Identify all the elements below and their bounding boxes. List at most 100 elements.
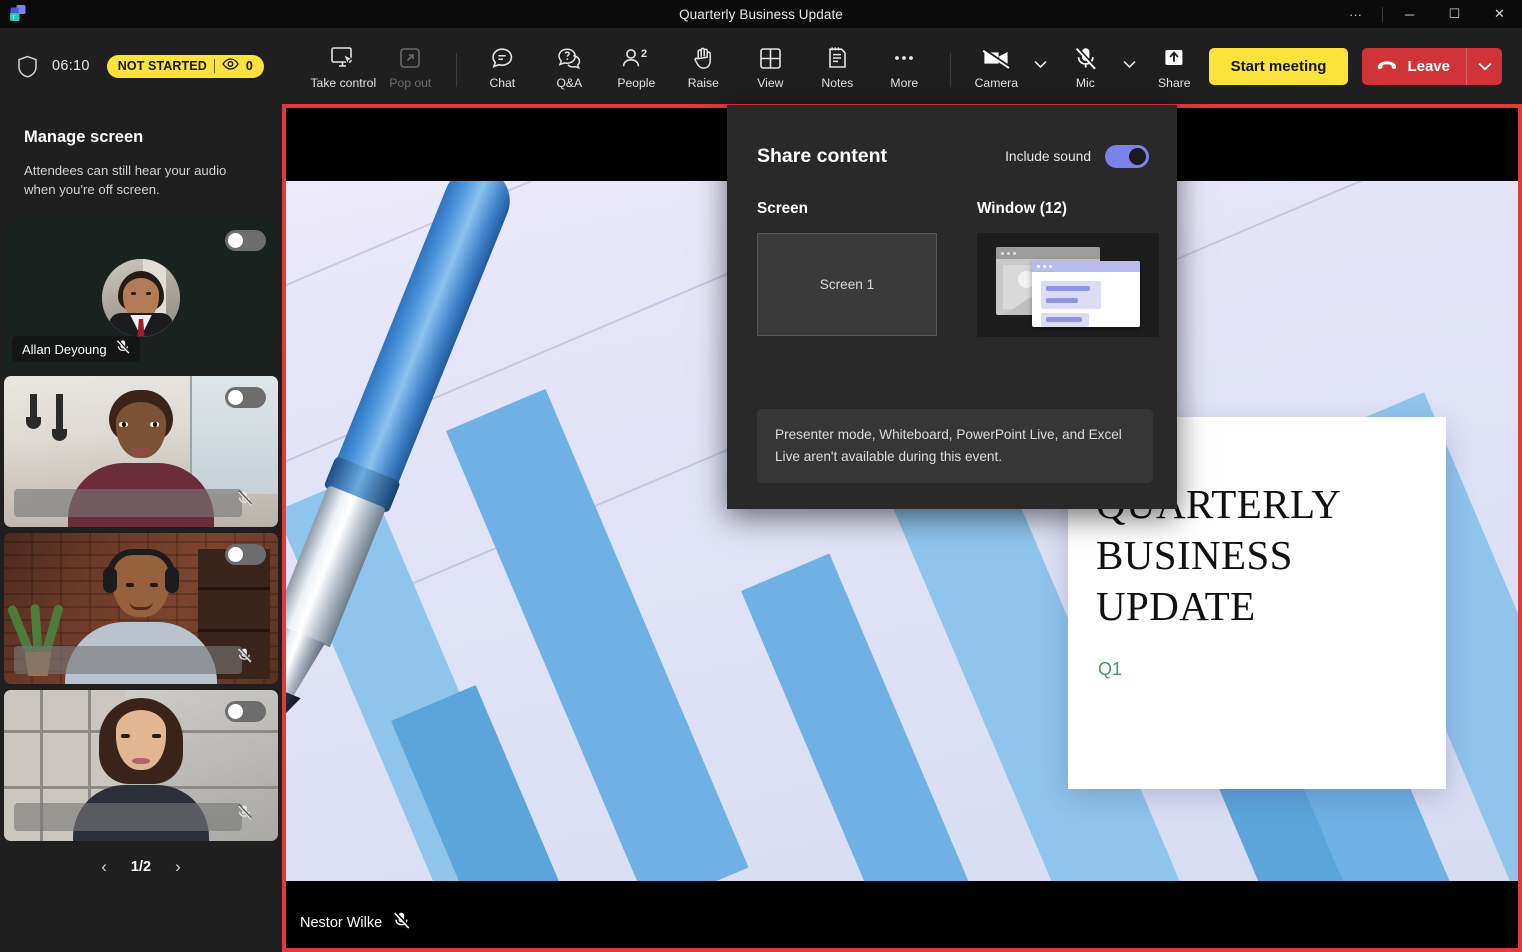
screen-1-label: Screen 1 xyxy=(819,277,875,292)
participant-tile[interactable]: Allan Deyoung xyxy=(4,219,278,370)
raise-hand-icon xyxy=(692,44,714,72)
on-screen-toggle[interactable] xyxy=(225,701,266,722)
leave-button[interactable]: Leave xyxy=(1362,47,1466,85)
mic-control-group: Mic xyxy=(1052,39,1141,93)
share-restriction-text: Presenter mode, Whiteboard, PowerPoint L… xyxy=(775,427,1122,464)
share-content-flyout: Share content Include sound Screen Scree… xyxy=(727,105,1177,509)
mic-off-icon xyxy=(1074,44,1097,72)
leave-options-chevron-down-icon[interactable] xyxy=(1466,47,1502,85)
screen-cursor-icon xyxy=(330,44,356,72)
toolbar-label: Q&A xyxy=(556,76,583,90)
maximize-button[interactable]: ☐ xyxy=(1432,0,1477,28)
minimize-button[interactable]: ─ xyxy=(1387,0,1432,28)
svg-text:2: 2 xyxy=(641,48,647,60)
toolbar-label: Take control xyxy=(310,76,377,90)
toolbar-label: View xyxy=(757,76,784,90)
toolbar-label: Camera xyxy=(974,76,1018,90)
participant-name-bar xyxy=(14,489,242,517)
screen-1-option[interactable]: Screen 1 xyxy=(757,233,937,336)
toolbar-label: Pop out xyxy=(389,76,432,90)
on-screen-toggle[interactable] xyxy=(225,387,266,408)
viewer-count: 0 xyxy=(245,59,253,73)
toolbar-label: More xyxy=(890,76,919,90)
qa-button[interactable]: Q&A xyxy=(536,39,603,93)
slide-subtitle: Q1 xyxy=(1098,659,1123,679)
prev-page-button[interactable]: ‹ xyxy=(96,855,112,879)
start-meeting-button[interactable]: Start meeting xyxy=(1208,47,1349,85)
avatar xyxy=(102,258,180,337)
pop-out-icon xyxy=(399,44,421,72)
page-title: Manage screen xyxy=(24,128,144,146)
next-page-button[interactable]: › xyxy=(170,855,186,879)
share-arrow-up-icon xyxy=(1162,44,1186,72)
shield-icon xyxy=(17,55,38,78)
window-column: Window (12) xyxy=(977,200,1159,337)
eye-icon xyxy=(222,57,239,75)
more-button[interactable]: More xyxy=(871,39,938,93)
more-ellipsis-icon xyxy=(892,44,916,72)
meeting-timer: 06:10 xyxy=(52,58,90,74)
qa-icon xyxy=(557,44,582,72)
sidebar-subtitle: Attendees can still hear your audio when… xyxy=(24,163,227,197)
participant-name-bar: Allan Deyoung xyxy=(12,336,140,362)
share-button[interactable]: Share xyxy=(1141,39,1208,93)
participant-tile[interactable] xyxy=(4,376,278,527)
window-title: Quarterly Business Update xyxy=(679,6,843,22)
divider xyxy=(455,53,457,87)
divider xyxy=(1382,6,1383,22)
view-button[interactable]: View xyxy=(737,39,804,93)
mic-off-icon xyxy=(393,911,411,934)
sidebar-pagination: ‹ 1/2 › xyxy=(0,855,282,879)
people-button[interactable]: 2 People xyxy=(603,39,670,93)
include-sound-label: Include sound xyxy=(1005,149,1091,164)
camera-options-chevron-down-icon[interactable] xyxy=(1030,41,1052,87)
people-icon: 2 xyxy=(621,44,651,72)
mic-button[interactable]: Mic xyxy=(1052,39,1119,93)
presenter-name: Nestor Wilke xyxy=(300,914,383,931)
status-badge-text: NOT STARTED xyxy=(117,59,207,73)
leave-control-group: Leave xyxy=(1362,47,1502,85)
participant-name: Allan Deyoung xyxy=(22,341,107,357)
include-sound-group: Include sound xyxy=(1005,145,1149,168)
camera-control-group: Camera xyxy=(963,39,1052,93)
divider xyxy=(213,59,215,73)
share-restriction-note: Presenter mode, Whiteboard, PowerPoint L… xyxy=(757,409,1153,483)
toolbar-actions: Take control Pop out Chat Q&A 2 People R… xyxy=(310,28,1208,104)
grid-view-icon xyxy=(759,44,782,72)
more-options-button[interactable]: ··· xyxy=(1333,0,1378,28)
mic-options-chevron-down-icon[interactable] xyxy=(1119,41,1141,87)
on-screen-toggle[interactable] xyxy=(225,230,266,251)
chat-button[interactable]: Chat xyxy=(469,39,536,93)
share-source-columns: Screen Screen 1 Window (12) xyxy=(727,168,1177,337)
leave-button-label: Leave xyxy=(1407,57,1450,75)
include-sound-toggle[interactable] xyxy=(1105,145,1149,168)
share-flyout-header: Share content Include sound xyxy=(727,105,1177,168)
participant-tile[interactable] xyxy=(4,690,278,841)
take-control-button[interactable]: Take control xyxy=(310,39,377,93)
toolbar-label: Notes xyxy=(821,76,854,90)
screen-column-label: Screen xyxy=(757,200,809,217)
notes-button[interactable]: Notes xyxy=(804,39,871,93)
camera-off-icon xyxy=(982,44,1011,72)
presenter-name-bar: Nestor Wilke xyxy=(300,911,411,934)
teams-meeting-window: T Quarterly Business Update ··· ─ ☐ ✕ 06… xyxy=(0,0,1522,952)
participant-name-bar xyxy=(14,646,242,674)
share-flyout-title: Share content xyxy=(757,145,888,167)
participant-tile-list: Allan Deyoung xyxy=(0,219,282,841)
screen-column: Screen Screen 1 xyxy=(757,200,937,337)
raise-hand-button[interactable]: Raise xyxy=(670,39,737,93)
manage-screen-sidebar: Manage screen Attendees can still hear y… xyxy=(0,104,282,952)
status-badge: NOT STARTED 0 xyxy=(106,54,264,78)
toolbar-label: Share xyxy=(1158,76,1191,90)
toolbar-label: Raise xyxy=(687,76,719,90)
close-button[interactable]: ✕ xyxy=(1477,0,1522,28)
participant-tile[interactable] xyxy=(4,533,278,684)
window-option[interactable] xyxy=(977,233,1159,337)
participant-name-bar xyxy=(14,803,242,831)
pop-out-button[interactable]: Pop out xyxy=(377,39,444,93)
chat-icon xyxy=(490,44,514,72)
on-screen-toggle[interactable] xyxy=(225,544,266,565)
camera-button[interactable]: Camera xyxy=(963,39,1030,93)
window-column-label: Window (12) xyxy=(977,200,1067,217)
page-indicator: 1/2 xyxy=(130,859,152,875)
